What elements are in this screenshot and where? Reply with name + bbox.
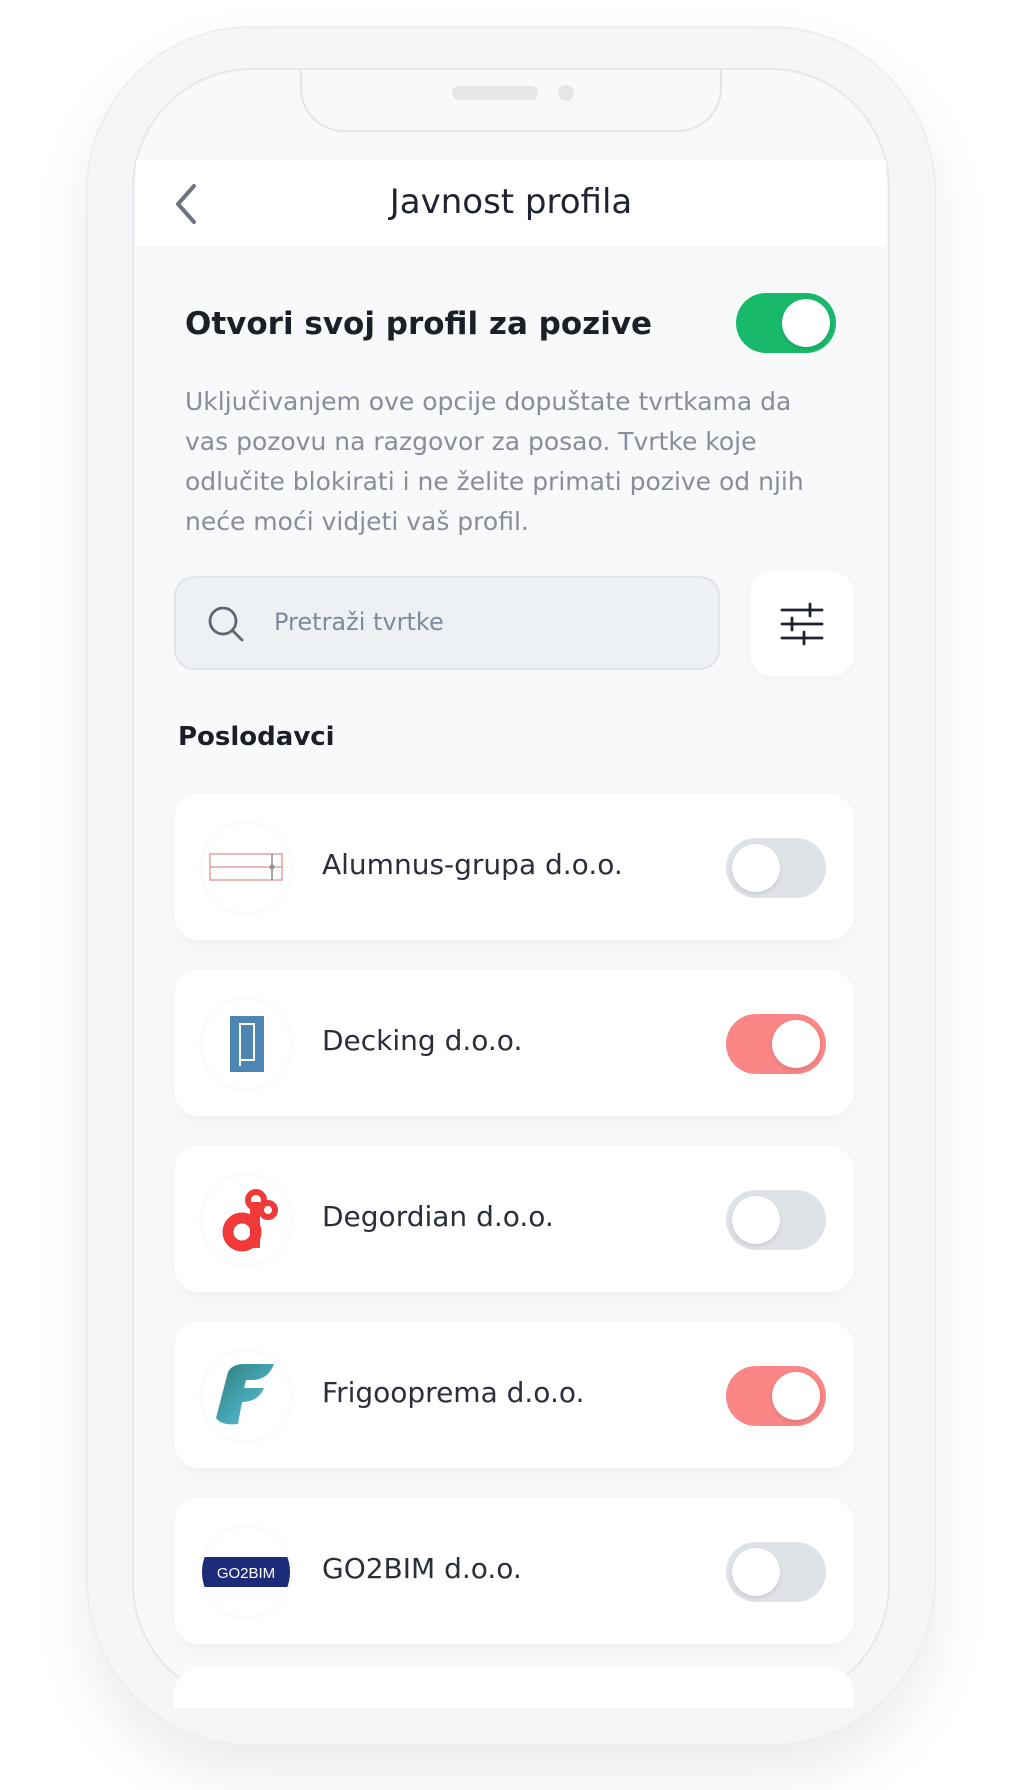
employer-name: GO2BIM d.o.o. (322, 1552, 522, 1585)
phone-mockup: Javnost profila Otvori svoj profil za po… (0, 0, 1022, 1790)
block-toggle[interactable] (726, 838, 826, 898)
page-title: Javnost profila (389, 182, 633, 222)
search-icon (208, 606, 244, 642)
search-placeholder: Pretraži tvrtke (274, 608, 444, 636)
alumnus-logo (202, 824, 290, 912)
toggle-knob (782, 299, 830, 347)
employer-card: Degordian d.o.o. (174, 1146, 854, 1292)
block-toggle[interactable] (726, 1190, 826, 1250)
employer-name: Decking d.o.o. (322, 1024, 523, 1057)
go2bim-logo: GO2BIM (202, 1528, 290, 1616)
speaker-grille (452, 86, 538, 100)
phone-notch (300, 70, 722, 132)
go2bim-logo-text: GO2BIM (217, 1565, 275, 1582)
block-toggle[interactable] (726, 1366, 826, 1426)
employer-name: Alumnus-grupa d.o.o. (322, 848, 623, 881)
filter-button[interactable] (750, 572, 854, 676)
employer-name: Frigooprema d.o.o. (322, 1376, 585, 1409)
open-profile-toggle[interactable] (736, 293, 836, 353)
employer-card: GO2BIM GO2BIM d.o.o. (174, 1498, 854, 1644)
sliders-icon (780, 602, 824, 646)
employer-card: Frigooprema d.o.o. (174, 1322, 854, 1468)
toggle-knob (772, 1372, 820, 1420)
open-profile-label: Otvori svoj profil za pozive (185, 306, 653, 342)
section-title-employers: Poslodavci (178, 722, 335, 752)
toggle-knob (772, 1020, 820, 1068)
degordian-logo (202, 1176, 290, 1264)
search-input[interactable]: Pretraži tvrtke (174, 576, 720, 670)
employer-card-partial (174, 1668, 854, 1708)
nav-header: Javnost profila (136, 160, 886, 246)
toggle-knob (732, 844, 780, 892)
front-camera (558, 85, 574, 101)
block-toggle[interactable] (726, 1014, 826, 1074)
employer-card: Alumnus-grupa d.o.o. (174, 794, 854, 940)
toggle-knob (732, 1548, 780, 1596)
employer-card: Decking d.o.o. (174, 970, 854, 1116)
employer-name: Degordian d.o.o. (322, 1200, 554, 1233)
frigooprema-logo (202, 1352, 290, 1440)
open-profile-description: Uključivanjem ove opcije dopuštate tvrtk… (185, 387, 804, 536)
block-toggle[interactable] (726, 1542, 826, 1602)
decking-logo (202, 1000, 290, 1088)
toggle-knob (732, 1196, 780, 1244)
